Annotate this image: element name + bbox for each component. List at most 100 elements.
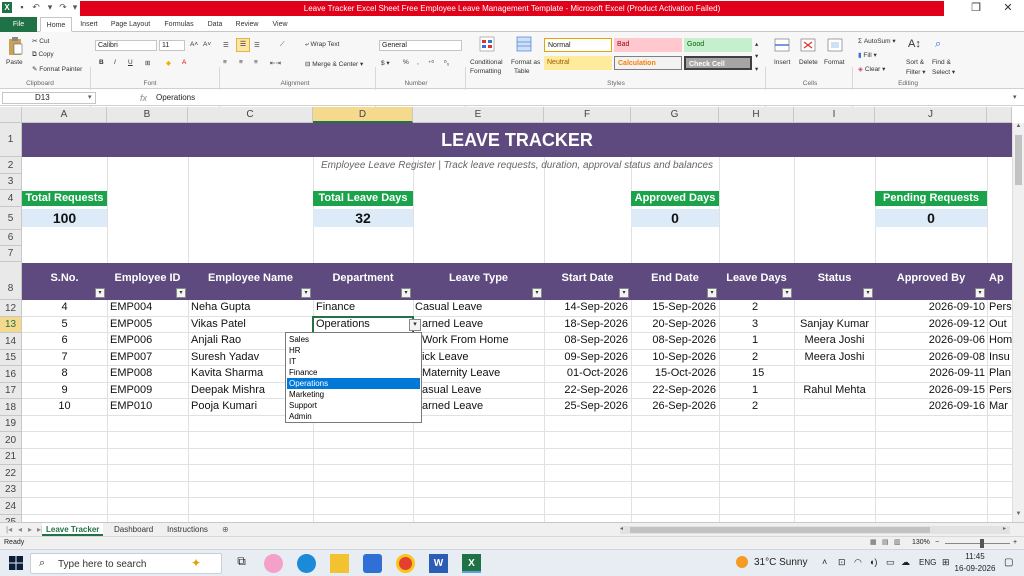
cell-employee-name[interactable]: Deepak Mishra [191, 384, 283, 396]
cell-leave-type[interactable]: asual Leave [422, 384, 543, 396]
row-header[interactable]: 5 [0, 207, 22, 230]
cell-approved-by[interactable]: 2026-09-16 [875, 400, 985, 412]
kpi-total-leave-days-label[interactable]: Total Leave Days [313, 191, 413, 206]
row-header[interactable]: 14 [0, 333, 22, 350]
tab-formulas[interactable]: Formulas [160, 17, 198, 32]
tab-review[interactable]: Review [232, 17, 262, 32]
filter-dropdown-icon[interactable]: ▾ [863, 288, 873, 298]
row-header[interactable]: 6 [0, 230, 22, 246]
cell-leave-days[interactable]: 2 [752, 301, 792, 313]
copilot-icon[interactable] [264, 554, 283, 573]
cell-sno[interactable]: 6 [22, 334, 107, 346]
number-format-select[interactable]: General [379, 40, 462, 51]
styles-scroll-up-icon[interactable]: ▴ [755, 40, 758, 48]
excel-taskbar-icon[interactable]: X [462, 554, 481, 573]
format-cells-icon[interactable] [827, 37, 843, 53]
column-header-a[interactable]: A [22, 107, 107, 123]
word-icon[interactable]: W [429, 554, 448, 573]
cell-extra[interactable]: Pers [989, 301, 1012, 313]
row-header[interactable]: 12 [0, 300, 22, 317]
align-left-icon[interactable]: ≡ [223, 59, 227, 66]
header-leave-days[interactable]: Leave Days [719, 272, 794, 284]
clock-date[interactable]: 16-09-2026 [953, 564, 997, 573]
expand-formula-bar-icon[interactable]: ▾ [1013, 93, 1017, 101]
sheet-tab-dashboard[interactable]: Dashboard [110, 523, 157, 536]
name-box-dropdown-icon[interactable]: ▾ [88, 93, 92, 101]
scroll-thumb[interactable] [1015, 135, 1022, 185]
zoom-in-icon[interactable]: + [1013, 537, 1017, 549]
underline-icon[interactable]: U [128, 59, 133, 66]
column-header-b[interactable]: B [107, 107, 188, 123]
kpi-approved-days-value[interactable]: 0 [631, 209, 719, 227]
cell-sno[interactable]: 8 [22, 367, 107, 379]
tab-home[interactable]: Home [40, 17, 72, 32]
column-header-h[interactable]: H [719, 107, 794, 123]
validation-dropdown-icon[interactable]: ▾ [409, 319, 421, 331]
row-header[interactable]: 18 [0, 399, 22, 416]
cell-start-date[interactable]: 01-Oct-2026 [544, 367, 628, 379]
row-header[interactable]: 7 [0, 246, 22, 262]
horizontal-scrollbar[interactable]: ◂ ▸ [620, 526, 1010, 534]
cell-start-date[interactable]: 22-Sep-2026 [544, 384, 628, 396]
column-header-i[interactable]: I [794, 107, 875, 123]
onedrive-icon[interactable]: ☁ [901, 557, 910, 568]
tab-insert[interactable]: Insert [76, 17, 102, 32]
new-sheet-icon[interactable]: ⊕ [218, 523, 233, 536]
cell-end-date[interactable]: 10-Sep-2026 [631, 351, 716, 363]
cell-end-date[interactable]: 15-Sep-2026 [631, 301, 716, 313]
worksheet-grid[interactable]: A B C D E F G H I J 1 2 3 4 5 6 7 8 12 1… [0, 107, 1012, 522]
cell-status[interactable]: Sanjay Kumar [794, 318, 875, 330]
cell-extra[interactable]: Insu [989, 351, 1012, 363]
language-indicator[interactable]: ENG [919, 558, 936, 567]
zoom-slider-thumb[interactable] [980, 539, 984, 548]
cell-start-date[interactable]: 18-Sep-2026 [544, 318, 628, 330]
chrome-icon[interactable] [396, 554, 415, 573]
cell-employee-name[interactable]: Kavita Sharma [191, 367, 283, 379]
style-neutral[interactable]: Neutral [544, 56, 612, 70]
kpi-total-leave-days-value[interactable]: 32 [313, 209, 413, 227]
row-header[interactable]: 24 [0, 498, 22, 515]
align-bottom-icon[interactable]: ☰ [254, 41, 260, 49]
battery-icon[interactable]: ▭ [886, 557, 895, 568]
style-bad[interactable]: Bad [614, 38, 682, 52]
autosum-button[interactable]: Σ AutoSum ▾ [858, 37, 896, 45]
restore-icon[interactable]: ❐ [966, 2, 986, 15]
style-calculation[interactable]: Calculation [614, 56, 682, 70]
decrease-decimal-icon[interactable]: ⁰₀ [444, 59, 449, 67]
column-header-e[interactable]: E [413, 107, 544, 123]
cell-extra[interactable]: Plan [989, 367, 1012, 379]
cell-end-date[interactable]: 22-Sep-2026 [631, 384, 716, 396]
cell-status[interactable]: Meera Joshi [794, 351, 875, 363]
cell-status[interactable]: Rahul Mehta [794, 384, 875, 396]
dropdown-option[interactable]: IT [287, 356, 420, 367]
clear-button[interactable]: ◈ Clear ▾ [858, 65, 885, 73]
row-header[interactable]: 25 [0, 515, 22, 522]
cell-employee-name[interactable]: Suresh Yadav [191, 351, 283, 363]
cell-end-date[interactable]: 26-Sep-2026 [631, 400, 716, 412]
vertical-scrollbar[interactable]: ▲ ▼ [1012, 123, 1024, 522]
wrap-text-button[interactable]: ⤶ Wrap Text [305, 41, 339, 49]
filter-dropdown-icon[interactable]: ▾ [532, 288, 542, 298]
zoom-level[interactable]: 130% [912, 537, 930, 549]
cell-employee-id[interactable]: EMP010 [110, 400, 186, 412]
kpi-total-requests-value[interactable]: 100 [22, 209, 107, 227]
tab-data[interactable]: Data [204, 17, 226, 32]
cell-leave-type[interactable]: arned Leave [422, 318, 543, 330]
filter-dropdown-icon[interactable]: ▾ [301, 288, 311, 298]
sheet-tab-instructions[interactable]: Instructions [163, 523, 212, 536]
header-employee-name[interactable]: Employee Name [188, 272, 313, 284]
indent-icon[interactable]: ⇤⇥ [270, 59, 281, 67]
cell-employee-id[interactable]: EMP007 [110, 351, 186, 363]
cell-end-date[interactable]: 20-Sep-2026 [631, 318, 716, 330]
cell-employee-id[interactable]: EMP009 [110, 384, 186, 396]
header-approved-by[interactable]: Approved By [875, 272, 987, 284]
filter-dropdown-icon[interactable]: ▾ [782, 288, 792, 298]
dropdown-option[interactable]: Sales [287, 334, 420, 345]
cell-start-date[interactable]: 25-Sep-2026 [544, 400, 628, 412]
cell-sno[interactable]: 4 [22, 301, 107, 313]
tab-view[interactable]: View [268, 17, 292, 32]
column-header-k[interactable] [987, 107, 1012, 123]
cell-leave-days[interactable]: 1 [752, 334, 792, 346]
sort-filter-icon[interactable]: A↕ [908, 38, 921, 50]
taskbar-search-box[interactable]: ⌕ Type here to search ✦ [30, 553, 222, 574]
